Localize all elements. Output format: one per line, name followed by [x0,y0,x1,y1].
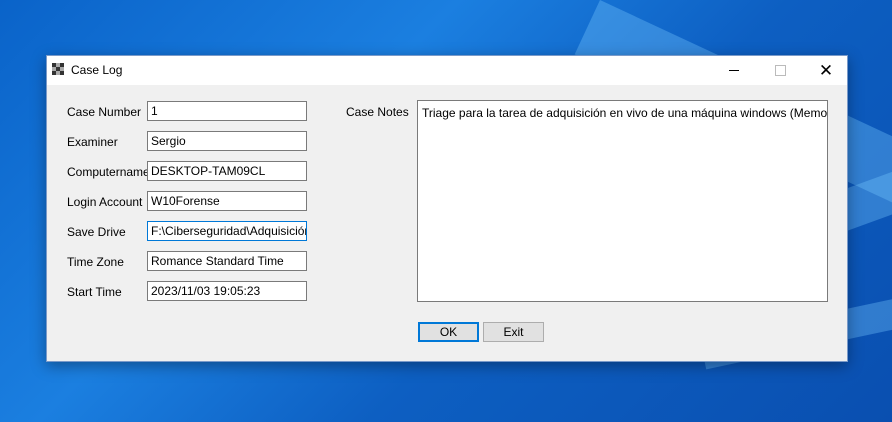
login-account-field[interactable]: W10Forense [147,191,307,211]
save-drive-label: Save Drive [67,225,126,239]
time-zone-label: Time Zone [67,255,124,269]
minimize-button[interactable] [711,56,757,85]
maximize-button[interactable] [757,56,803,85]
examiner-field[interactable]: Sergio [147,131,307,151]
case-number-field[interactable]: 1 [147,101,307,121]
case-notes-label: Case Notes [346,105,409,119]
app-icon [52,63,64,75]
close-button[interactable]: ✕ [803,56,849,85]
examiner-label: Examiner [67,135,118,149]
start-time-label: Start Time [67,285,122,299]
close-icon: ✕ [818,60,834,80]
start-time-field[interactable]: 2023/11/03 19:05:23 [147,281,307,301]
maximize-icon [774,65,786,76]
ok-button[interactable]: OK [418,322,479,342]
case-number-label: Case Number [67,105,142,119]
title-bar[interactable]: Case Log ✕ [47,56,847,85]
computername-field[interactable]: DESKTOP-TAM09CL [147,161,307,181]
window-title: Case Log [71,63,123,77]
case-notes-textarea[interactable]: Triage para la tarea de adquisición en v… [417,100,828,302]
login-account-label: Login Account [67,195,143,209]
save-drive-field[interactable]: F:\Ciberseguridad\Adquisición W [147,221,307,241]
computername-label: Computername [67,165,150,179]
exit-button[interactable]: Exit [483,322,544,342]
time-zone-field[interactable]: Romance Standard Time [147,251,307,271]
minimize-icon [729,70,739,71]
case-log-window: Case Log ✕ Case Number 1 Examiner Sergio… [46,55,848,362]
